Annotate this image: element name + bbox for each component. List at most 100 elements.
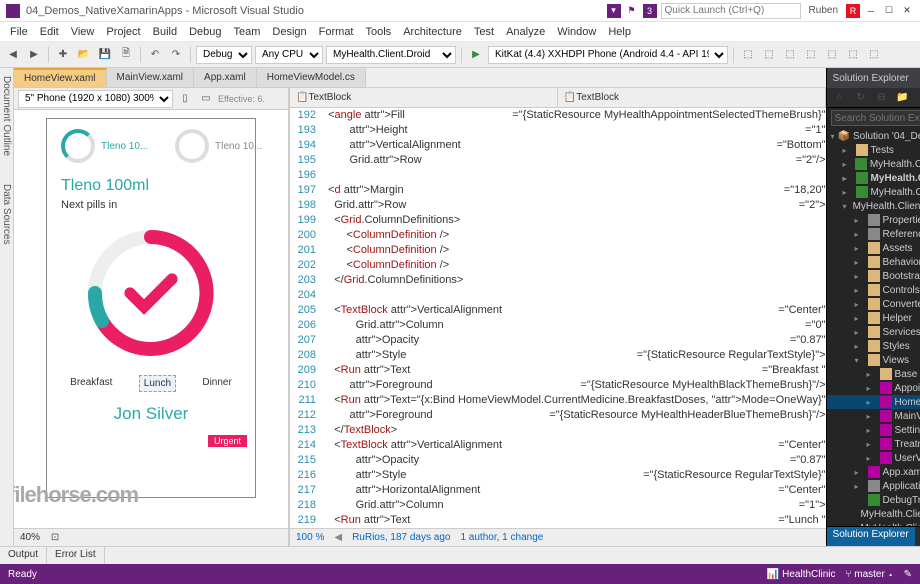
- saveall-icon[interactable]: 🗎: [117, 46, 135, 64]
- tree-item[interactable]: ▾Views: [827, 353, 920, 367]
- code-line[interactable]: 215 attr">Opacity="0.87": [290, 453, 826, 468]
- code-line[interactable]: 197 <d attr">Margin="18,20": [290, 183, 826, 198]
- tree-item[interactable]: ▸MyHealth.Client.Core (Portable): [827, 157, 920, 171]
- notif-icon[interactable]: ▾: [607, 4, 621, 18]
- tree-item[interactable]: ▾MyHealth.Client.W10.UWP (Universal Wind…: [827, 199, 920, 213]
- code-line[interactable]: 209 <Run attr">Text="Breakfast ": [290, 363, 826, 378]
- solution-search-input[interactable]: [831, 110, 920, 126]
- maximize-icon[interactable]: ☐: [882, 4, 896, 18]
- tree-item[interactable]: ▸Base: [827, 367, 920, 381]
- user-label[interactable]: Ruben: [809, 5, 838, 16]
- menu-build[interactable]: Build: [147, 24, 183, 40]
- tree-item[interactable]: ▸MyHealth.Client.iOS: [827, 185, 920, 199]
- sol-refresh-icon[interactable]: ↻: [852, 89, 870, 107]
- menu-edit[interactable]: Edit: [34, 24, 65, 40]
- redo-icon[interactable]: ↷: [167, 46, 185, 64]
- orient-icon[interactable]: ▭: [197, 90, 215, 108]
- menu-project[interactable]: Project: [100, 24, 146, 40]
- code-line[interactable]: 199 <Grid.ColumnDefinitions>: [290, 213, 826, 228]
- tree-item[interactable]: ▸References: [827, 227, 920, 241]
- target-select[interactable]: KitKat (4.4) XXHDPI Phone (Android 4.4 -…: [488, 46, 728, 64]
- tree-item[interactable]: ▸MyHealth.Client.Droid: [827, 171, 920, 185]
- code-dd-2[interactable]: 📋 TextBlock: [558, 88, 826, 107]
- code-line[interactable]: 192 <angle attr">Fill="{StaticResource M…: [290, 108, 826, 123]
- phone-preview[interactable]: Tleno 10... Tleno 10... Tleno 100ml Next…: [46, 118, 256, 498]
- code-zoom[interactable]: 100 %: [296, 532, 324, 543]
- code-line[interactable]: 219 <Run attr">Text="Lunch ": [290, 513, 826, 528]
- code-line[interactable]: 216 attr">Style="{StaticResource Regular…: [290, 468, 826, 483]
- code-line[interactable]: 195 Grid.attr">Row="2"/>: [290, 153, 826, 168]
- tree-item[interactable]: ▸Assets: [827, 241, 920, 255]
- side-tab-outline[interactable]: Document Outline: [0, 72, 13, 160]
- menu-window[interactable]: Window: [551, 24, 602, 40]
- device-select[interactable]: 5" Phone (1920 x 1080) 300% scale: [18, 90, 173, 108]
- code-line[interactable]: 205 <TextBlock attr">VerticalAlignment="…: [290, 303, 826, 318]
- menu-file[interactable]: File: [4, 24, 34, 40]
- tree-item[interactable]: ▸UserView.xaml: [827, 451, 920, 465]
- code-line[interactable]: 214 <TextBlock attr">VerticalAlignment="…: [290, 438, 826, 453]
- code-line[interactable]: 206 Grid.attr">Column="0": [290, 318, 826, 333]
- meal-breakfast[interactable]: Breakfast: [66, 375, 116, 392]
- menu-format[interactable]: Format: [313, 24, 360, 40]
- sol-showall-icon[interactable]: 📁: [894, 89, 912, 107]
- tb-icon[interactable]: ⬚: [739, 46, 757, 64]
- menu-architecture[interactable]: Architecture: [397, 24, 468, 40]
- sol-home-icon[interactable]: ⌂: [831, 89, 849, 107]
- code-line[interactable]: 201 <ColumnDefinition />: [290, 243, 826, 258]
- quick-launch-input[interactable]: [661, 3, 801, 19]
- code-line[interactable]: 200 <ColumnDefinition />: [290, 228, 826, 243]
- tree-item[interactable]: ▸Helper: [827, 311, 920, 325]
- tb-icon[interactable]: ⬚: [823, 46, 841, 64]
- status-changes[interactable]: ✎: [904, 569, 912, 580]
- side-tab-datasources[interactable]: Data Sources: [0, 180, 13, 249]
- menu-tools[interactable]: Tools: [360, 24, 398, 40]
- sol-tab-solution[interactable]: Solution Explorer: [827, 527, 915, 546]
- nav-back-icon[interactable]: ◀: [4, 46, 22, 64]
- menu-help[interactable]: Help: [602, 24, 637, 40]
- undo-icon[interactable]: ↶: [146, 46, 164, 64]
- code-line[interactable]: 203 </Grid.ColumnDefinitions>: [290, 273, 826, 288]
- tb-icon[interactable]: ⬚: [760, 46, 778, 64]
- fit-icon[interactable]: ⊡: [46, 529, 64, 547]
- badge-icon[interactable]: 3: [643, 4, 657, 18]
- code-line[interactable]: 210 attr">Foreground="{StaticResource My…: [290, 378, 826, 393]
- code-line[interactable]: 211 <Run attr">Text="{x:Bind HomeViewMod…: [290, 393, 826, 408]
- tb-icon[interactable]: ⬚: [865, 46, 883, 64]
- status-branch[interactable]: ⑂ master ▴: [845, 569, 893, 580]
- errorlist-tab[interactable]: Error List: [47, 547, 105, 564]
- doc-tab-homeview[interactable]: HomeView.xaml: [14, 68, 107, 87]
- tree-item[interactable]: ▸HomeView.xaml: [827, 395, 920, 409]
- sol-collapse-icon[interactable]: ⊟: [873, 89, 891, 107]
- menu-test[interactable]: Test: [468, 24, 500, 40]
- tree-item[interactable]: ▸Services: [827, 325, 920, 339]
- orient-icon[interactable]: ▯: [176, 90, 194, 108]
- tb-icon[interactable]: ⬚: [802, 46, 820, 64]
- code-line[interactable]: 193 attr">Height="1": [290, 123, 826, 138]
- code-editor[interactable]: 192 <angle attr">Fill="{StaticResource M…: [290, 108, 826, 528]
- tree-item[interactable]: ▸ApplicationInsights.config: [827, 479, 920, 493]
- tree-item[interactable]: ▸Behaviors: [827, 255, 920, 269]
- save-icon[interactable]: 💾: [96, 46, 114, 64]
- code-line[interactable]: 204: [290, 288, 826, 303]
- new-icon[interactable]: ✚: [54, 46, 72, 64]
- code-dd-1[interactable]: 📋 TextBlock: [290, 88, 558, 107]
- code-line[interactable]: 196: [290, 168, 826, 183]
- menu-team[interactable]: Team: [228, 24, 267, 40]
- tree-item[interactable]: ▸Properties: [827, 213, 920, 227]
- menu-analyze[interactable]: Analyze: [500, 24, 551, 40]
- code-line[interactable]: 208 attr">Style="{StaticResource Regular…: [290, 348, 826, 363]
- close-icon[interactable]: ✕: [900, 4, 914, 18]
- platform-select[interactable]: Any CPU: [255, 46, 323, 64]
- tree-item[interactable]: ▸AppointmentsView.xaml: [827, 381, 920, 395]
- open-icon[interactable]: 📂: [75, 46, 93, 64]
- tree-item[interactable]: ▸SettingsView.xaml: [827, 423, 920, 437]
- menu-view[interactable]: View: [65, 24, 101, 40]
- code-line[interactable]: 194 attr">VerticalAlignment="Bottom": [290, 138, 826, 153]
- tree-item[interactable]: ▸Tests: [827, 143, 920, 157]
- meal-dinner[interactable]: Dinner: [198, 375, 235, 392]
- output-tab[interactable]: Output: [0, 547, 47, 564]
- solution-tree[interactable]: ▾📦 Solution '04_Demos_NativeXamarinApps'…: [827, 128, 920, 526]
- config-select[interactable]: Debug: [196, 46, 252, 64]
- doc-tab-mainview[interactable]: MainView.xaml: [107, 68, 195, 87]
- minimize-icon[interactable]: ─: [864, 4, 878, 18]
